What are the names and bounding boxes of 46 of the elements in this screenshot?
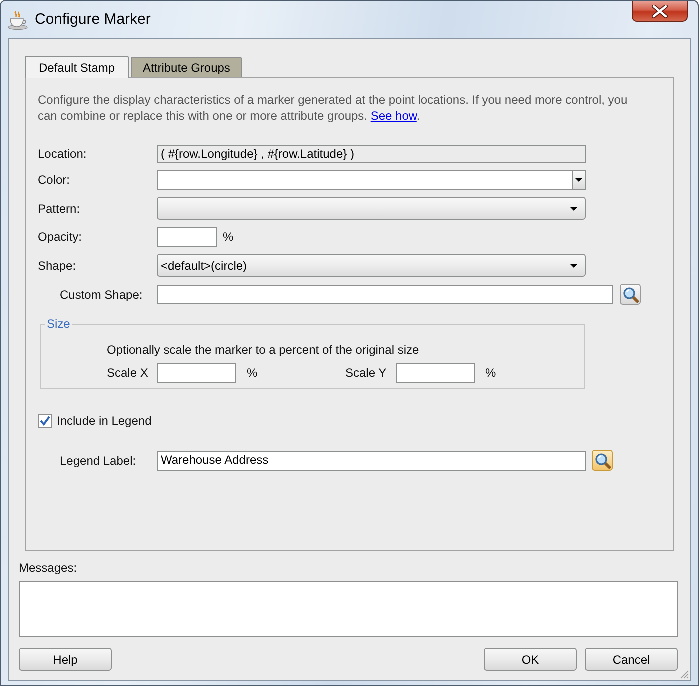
dropdown[interactable] [157,197,586,220]
lookup-button[interactable] [620,284,641,305]
input-field[interactable]: Warehouse Address [157,450,586,470]
field-label: Color: [38,173,72,187]
dialog-button[interactable]: OK [484,648,577,671]
field-label: Scale X [107,366,150,380]
input-field[interactable] [396,363,474,383]
caret-icon [570,206,578,210]
tab[interactable]: Attribute Groups [131,57,242,77]
field-label: Shape: [38,258,78,272]
field-label: Pattern: [38,202,82,216]
unit-label: % [486,366,496,380]
caret-icon [575,178,583,182]
caret-icon [570,264,578,268]
unit-label: % [223,230,234,244]
combo-field[interactable] [157,170,586,190]
dialog-button[interactable]: Cancel [585,648,678,671]
hint-text: Optionally scale the marker to a percent of the original size [107,343,420,357]
resize-grip-icon [680,670,689,679]
field-label: Opacity: [38,230,84,244]
messages-area[interactable] [19,581,678,637]
checkbox[interactable] [38,414,52,428]
window-title: Configure Marker [35,11,151,28]
close-icon [652,4,668,18]
field-label: Scale Y [346,366,388,380]
description-text: Configure the display characteristics of a marker generated at the point locations. If you need more control, you can combine or replace this with one or more attribute groups. See how. [38,92,629,124]
see-how-link[interactable]: See how [370,109,417,123]
unit-label: % [247,366,258,380]
input-field[interactable] [157,227,217,247]
field-label: Legend Label: [60,454,138,468]
search-icon [622,286,638,302]
field-label: Custom Shape: [60,288,144,302]
help-button[interactable]: Help [19,648,112,671]
search-icon [594,452,610,468]
lookup-button[interactable] [592,450,613,471]
tab[interactable]: Default Stamp [25,56,130,78]
messages-label: Messages: [19,561,78,576]
group-title: Size [45,317,72,331]
readonly-field: ( #{row.Longitude} , #{row.Latitude} ) [157,145,586,163]
input-field[interactable] [157,285,613,304]
close-button[interactable] [632,1,688,22]
dropdown[interactable]: <default>(circle) [157,254,586,277]
coffee-cup-icon [8,11,28,30]
input-field[interactable] [157,363,236,383]
field-label: Location: [38,147,88,161]
checkbox-label: Include in Legend [57,414,152,428]
